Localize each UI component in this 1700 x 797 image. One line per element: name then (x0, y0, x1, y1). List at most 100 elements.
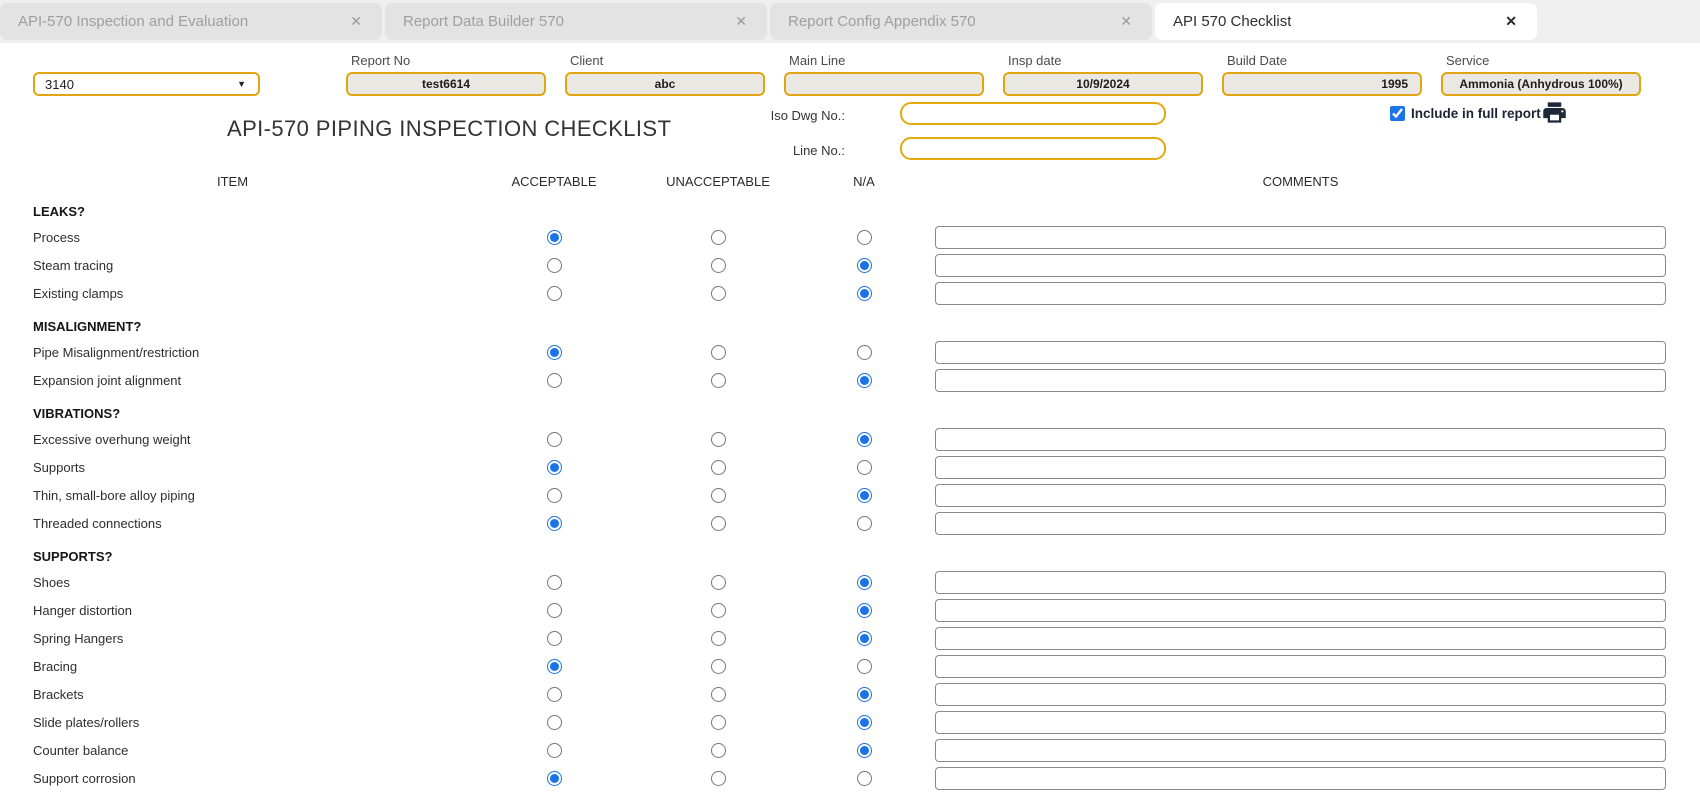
na-radio[interactable] (856, 742, 872, 758)
acceptable-radio[interactable] (546, 686, 562, 702)
unacceptable-radio[interactable] (710, 285, 726, 301)
item-label: Bracing (33, 658, 78, 674)
na-radio[interactable] (856, 714, 872, 730)
col-header-acceptable: ACCEPTABLE (511, 173, 597, 189)
acceptable-radio[interactable] (546, 229, 562, 245)
acceptable-radio[interactable] (546, 574, 562, 590)
unacceptable-radio[interactable] (710, 372, 726, 388)
tab-api-570-checklist[interactable]: API 570 Checklist ✕ (1155, 3, 1537, 40)
iso-dwg-input[interactable] (900, 102, 1166, 125)
comment-input[interactable] (935, 626, 1666, 650)
acceptable-cell (465, 487, 643, 503)
na-radio[interactable] (856, 257, 872, 273)
close-icon[interactable]: ✕ (1501, 11, 1521, 32)
na-cell (793, 344, 935, 360)
acceptable-radio[interactable] (546, 630, 562, 646)
na-radio[interactable] (856, 372, 872, 388)
field-report-no[interactable] (346, 72, 546, 96)
tab-report-config-appendix-570[interactable]: Report Config Appendix 570 ✕ (770, 3, 1152, 40)
acceptable-radio[interactable] (546, 658, 562, 674)
close-icon[interactable]: ✕ (1116, 11, 1136, 32)
na-radio[interactable] (856, 686, 872, 702)
na-radio[interactable] (856, 285, 872, 301)
unacceptable-radio[interactable] (710, 459, 726, 475)
acceptable-radio[interactable] (546, 487, 562, 503)
na-radio[interactable] (856, 431, 872, 447)
na-radio[interactable] (856, 229, 872, 245)
unacceptable-cell (643, 257, 793, 273)
unacceptable-radio[interactable] (710, 574, 726, 590)
comment-input[interactable] (935, 511, 1666, 535)
comment-input[interactable] (935, 710, 1666, 734)
unacceptable-radio[interactable] (710, 229, 726, 245)
line-no-input[interactable] (900, 137, 1166, 160)
comment-input[interactable] (935, 340, 1666, 364)
unacceptable-radio[interactable] (710, 714, 726, 730)
na-radio[interactable] (856, 515, 872, 531)
comment-input[interactable] (935, 598, 1666, 622)
field-service[interactable] (1441, 72, 1641, 96)
na-cell (793, 630, 935, 646)
unacceptable-radio[interactable] (710, 257, 726, 273)
comment-input[interactable] (935, 570, 1666, 594)
unacceptable-radio[interactable] (710, 742, 726, 758)
field-client[interactable] (565, 72, 765, 96)
unacceptable-radio[interactable] (710, 658, 726, 674)
comment-input[interactable] (935, 427, 1666, 451)
comment-input[interactable] (935, 225, 1666, 249)
unacceptable-radio[interactable] (710, 344, 726, 360)
comment-input[interactable] (935, 766, 1666, 790)
acceptable-cell (465, 714, 643, 730)
na-radio[interactable] (856, 770, 872, 786)
comment-input[interactable] (935, 738, 1666, 762)
comment-input[interactable] (935, 654, 1666, 678)
na-radio[interactable] (856, 574, 872, 590)
comment-input[interactable] (935, 455, 1666, 479)
acceptable-radio[interactable] (546, 285, 562, 301)
comment-cell (935, 766, 1700, 790)
acceptable-radio[interactable] (546, 257, 562, 273)
comment-input[interactable] (935, 682, 1666, 706)
acceptable-radio[interactable] (546, 515, 562, 531)
acceptable-radio[interactable] (546, 714, 562, 730)
acceptable-radio[interactable] (546, 742, 562, 758)
na-radio[interactable] (856, 602, 872, 618)
comment-input[interactable] (935, 368, 1666, 392)
field-build-date[interactable] (1222, 72, 1422, 96)
item-label: Supports (33, 459, 86, 475)
acceptable-radio[interactable] (546, 431, 562, 447)
acceptable-cell (465, 229, 643, 245)
unacceptable-cell (643, 515, 793, 531)
print-button[interactable] (1540, 99, 1568, 127)
close-icon[interactable]: ✕ (346, 11, 366, 32)
comment-input[interactable] (935, 483, 1666, 507)
include-in-full-report-checkbox[interactable] (1390, 106, 1405, 121)
close-icon[interactable]: ✕ (731, 11, 751, 32)
na-radio[interactable] (856, 487, 872, 503)
na-radio[interactable] (856, 658, 872, 674)
comment-input[interactable] (935, 253, 1666, 277)
unacceptable-radio[interactable] (710, 770, 726, 786)
na-cell (793, 487, 935, 503)
field-insp-date[interactable] (1003, 72, 1203, 96)
acceptable-radio[interactable] (546, 602, 562, 618)
tab-report-data-builder-570[interactable]: Report Data Builder 570 ✕ (385, 3, 767, 40)
acceptable-radio[interactable] (546, 770, 562, 786)
na-radio[interactable] (856, 459, 872, 475)
unacceptable-radio[interactable] (710, 602, 726, 618)
acceptable-radio[interactable] (546, 344, 562, 360)
acceptable-radio[interactable] (546, 459, 562, 475)
unacceptable-radio[interactable] (710, 487, 726, 503)
tab-api-570-inspection-and-evaluation[interactable]: API-570 Inspection and Evaluation ✕ (0, 3, 382, 40)
acceptable-radio[interactable] (546, 372, 562, 388)
unacceptable-radio[interactable] (710, 515, 726, 531)
unacceptable-radio[interactable] (710, 630, 726, 646)
na-radio[interactable] (856, 344, 872, 360)
field-main-line[interactable] (784, 72, 984, 96)
na-radio[interactable] (856, 630, 872, 646)
comment-input[interactable] (935, 281, 1666, 305)
checklist-row: Support corrosion (0, 764, 1700, 792)
line-number-dropdown[interactable]: 3140 ▼ (33, 72, 260, 96)
unacceptable-radio[interactable] (710, 686, 726, 702)
unacceptable-radio[interactable] (710, 431, 726, 447)
